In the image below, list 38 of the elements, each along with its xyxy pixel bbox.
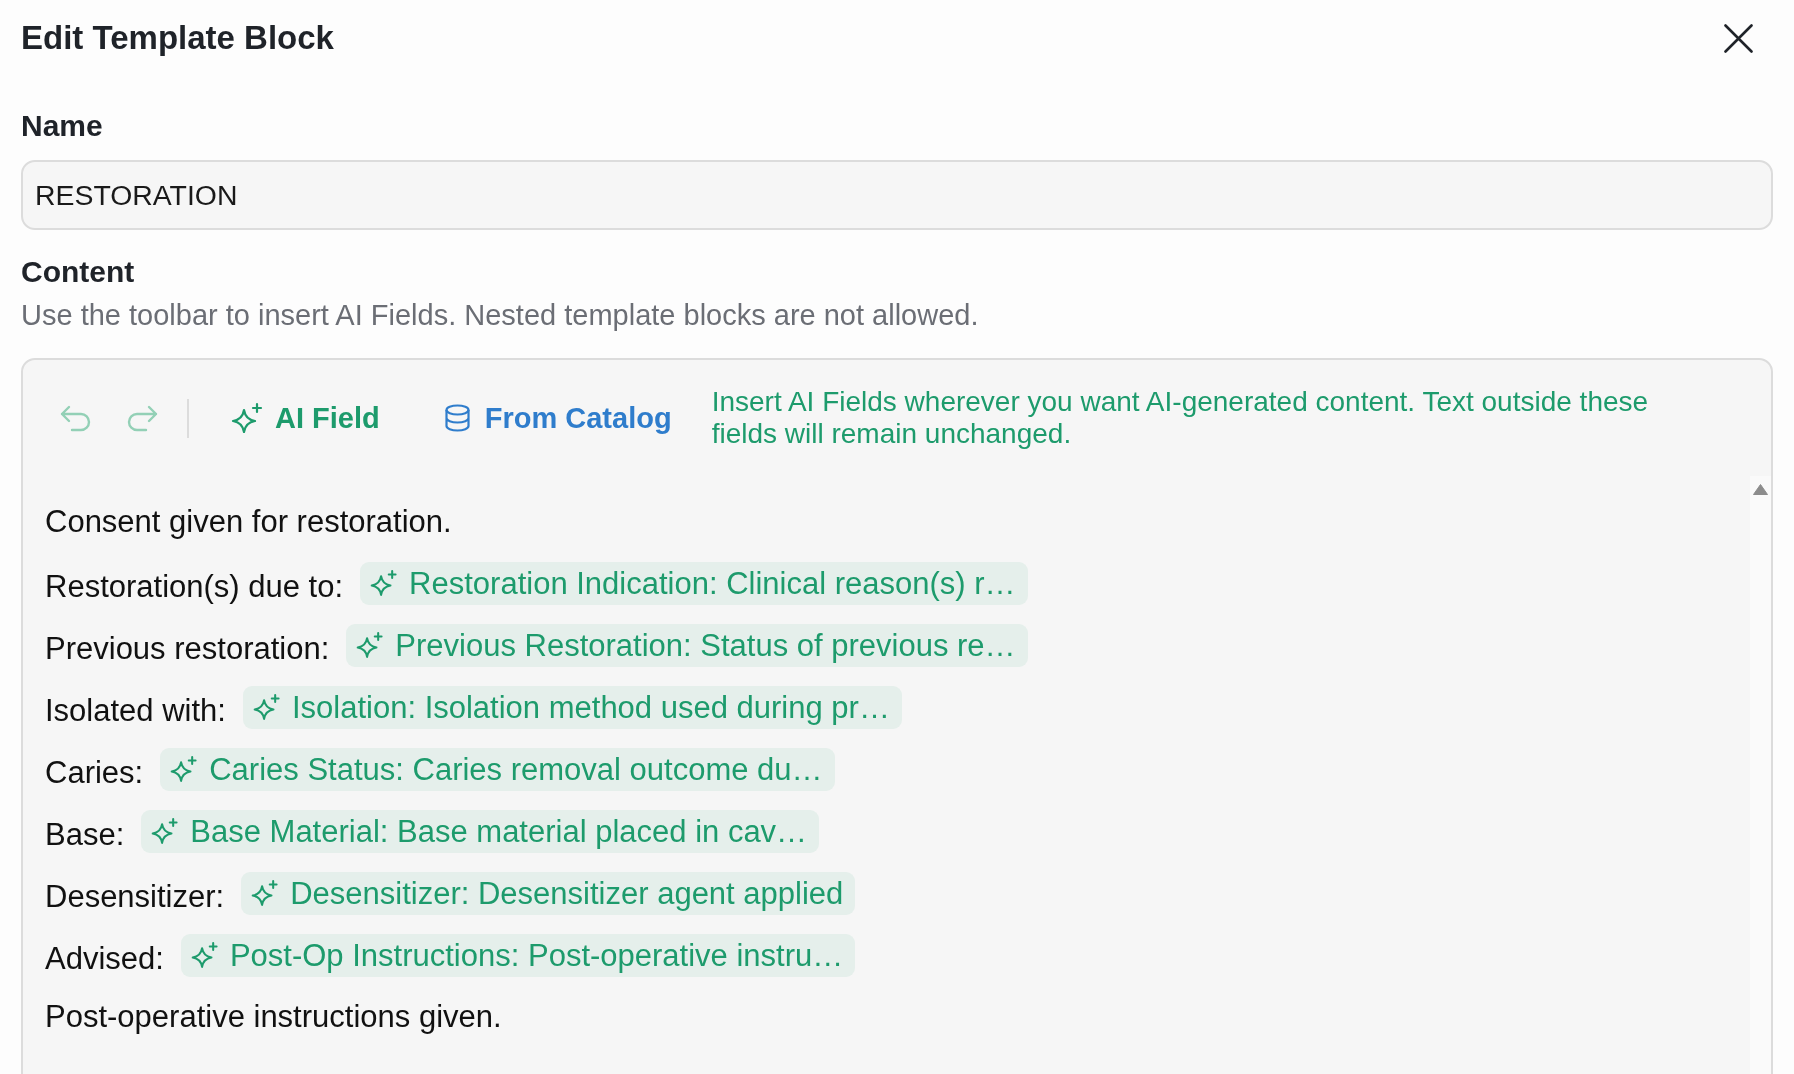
sparkle-icon [170, 755, 200, 783]
line-label: Desensitizer: [45, 878, 225, 915]
name-input[interactable]: RESTORATION [21, 160, 1773, 230]
ai-field-token[interactable]: Previous Restoration: Status of previous re… [346, 623, 1028, 667]
scroll-up-arrow-icon[interactable] [1753, 484, 1768, 495]
sparkle-icon [370, 569, 400, 597]
text-line: Post-operative instructions given. [45, 998, 502, 1036]
sparkle-icon [356, 631, 386, 659]
close-button[interactable] [1724, 23, 1753, 53]
line-label: Caries: [45, 754, 144, 791]
ai-field-token[interactable]: Base Material: Base material placed in cav… [141, 809, 820, 853]
toolbar-hint: Insert AI Fields wherever you want AI-generated content. Text outside these fields will remain unchanged. [711, 386, 1650, 450]
close-icon [1724, 23, 1753, 53]
field-label: Content [21, 254, 136, 290]
help-text: Use the toolbar to insert AI Fields. Nested template blocks are not allowed. [21, 299, 980, 331]
ai-field-token[interactable]: Isolation: Isolation method used during pr… [242, 685, 902, 729]
dialog-title: Edit Template Block [21, 18, 334, 58]
line-label: Isolated with: [45, 692, 226, 729]
line-label: Previous restoration: [45, 630, 330, 667]
sparkle-icon [151, 817, 181, 845]
undo-icon [59, 404, 92, 432]
field-label: Name [21, 108, 104, 144]
ai-field-button[interactable]: AI Field [231, 400, 380, 436]
line-label: Restoration(s) due to: [45, 568, 344, 605]
text-line: Consent given for restoration. [45, 503, 452, 541]
ai-field-token[interactable]: Post-Op Instructions: Post-operative instru… [180, 933, 856, 977]
ai-field-token[interactable]: Caries Status: Caries removal outcome du… [160, 747, 835, 791]
ai-field-token[interactable]: Desensitizer: Desensitizer agent applied [241, 871, 856, 915]
ai-field-token[interactable]: Restoration Indication: Clinical reason(s) r… [360, 561, 1028, 605]
sparkle-icon [190, 941, 220, 969]
line-label: Base: [45, 816, 125, 853]
line-label: Advised: [45, 940, 164, 977]
sparkle-icon [252, 693, 282, 721]
sparkle-icon [231, 402, 265, 434]
database-icon [443, 404, 471, 432]
redo-icon [126, 404, 159, 432]
from-catalog-button[interactable]: From Catalog [443, 400, 672, 436]
sparkle-icon [251, 879, 281, 907]
